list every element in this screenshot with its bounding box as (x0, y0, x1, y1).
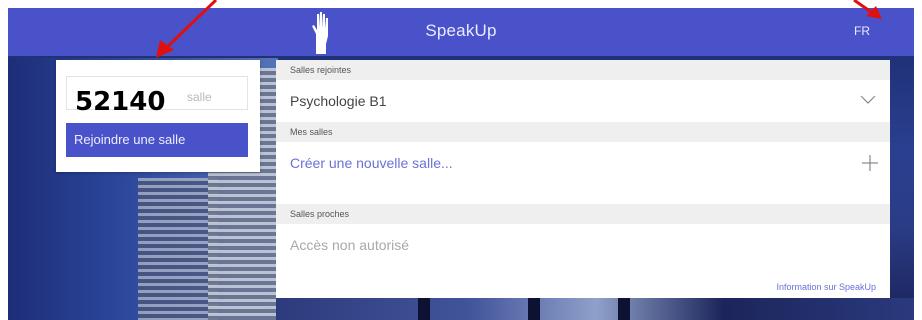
nearby-status-label: Accès non autorisé (290, 237, 410, 253)
room-code-input[interactable]: 52140 salle (66, 76, 248, 117)
create-room-item[interactable]: Créer une nouvelle salle... (276, 142, 890, 184)
nearby-rooms-header: Salles proches (276, 204, 890, 224)
annotation-arrow-left (156, 0, 218, 58)
join-room-button[interactable]: Rejoindre une salle (66, 123, 248, 157)
create-room-label: Créer une nouvelle salle... (290, 155, 453, 171)
join-room-card: 52140 salle Rejoindre une salle (56, 60, 260, 172)
nearby-status-item: Accès non autorisé (276, 224, 890, 266)
top-bar: SpeakUp FR (8, 8, 914, 56)
room-code-placeholder: salle (187, 90, 212, 104)
joined-room-item[interactable]: Psychologie B1 (276, 80, 890, 122)
info-link[interactable]: Information sur SpeakUp (776, 282, 876, 292)
my-rooms-header: Mes salles (276, 122, 890, 142)
room-code-value: 52140 (75, 87, 166, 117)
chevron-down-icon[interactable] (860, 94, 876, 106)
joined-rooms-header: Salles rejointes (276, 60, 890, 80)
plus-icon[interactable] (862, 155, 878, 171)
annotation-arrow-right (853, 0, 882, 19)
joined-room-label: Psychologie B1 (290, 93, 387, 109)
rooms-panel: Salles rejointes Psychologie B1 Mes sall… (276, 60, 890, 298)
app-title: SpeakUp (425, 21, 497, 40)
